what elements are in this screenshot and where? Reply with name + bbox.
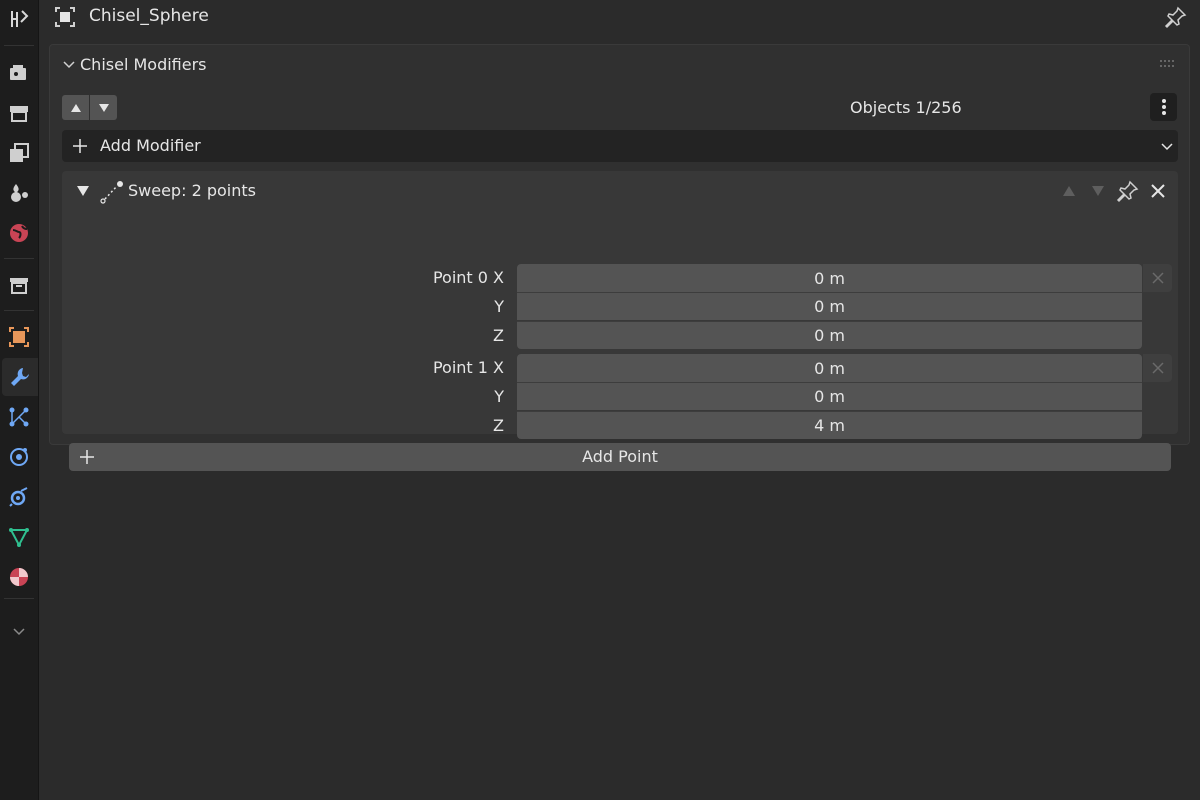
point-1-y-field[interactable]: 0 m xyxy=(517,382,1142,410)
triangle-down-icon xyxy=(98,103,109,112)
point-0-z-label: Z xyxy=(493,326,504,345)
point-0-y-label: Y xyxy=(494,297,504,316)
tab-object[interactable] xyxy=(0,318,38,356)
view-layer-icon xyxy=(10,143,29,162)
world-icon xyxy=(10,224,28,242)
point-1-z-field[interactable]: 4 m xyxy=(517,411,1142,439)
remove-point-0-button[interactable] xyxy=(1143,264,1172,292)
tab-modifiers[interactable] xyxy=(2,358,38,396)
sweep-curve-icon xyxy=(100,181,123,204)
tab-constraints[interactable] xyxy=(0,478,38,516)
tab-particles[interactable] xyxy=(0,398,38,436)
tab-output[interactable] xyxy=(0,94,38,132)
physics-icon xyxy=(10,448,28,466)
point-0-z-field[interactable]: 0 m xyxy=(517,321,1142,349)
close-icon[interactable] xyxy=(1148,181,1168,201)
add-point-button[interactable]: Add Point xyxy=(69,443,1171,471)
tab-physics[interactable] xyxy=(0,438,38,476)
tab-collection[interactable] xyxy=(0,266,38,304)
tab-expand[interactable] xyxy=(0,612,38,650)
tab-view-layer[interactable] xyxy=(0,134,38,172)
sweep-modifier: Sweep: 2 points Point 0 X 0 m Y 0 m Z 0 … xyxy=(62,171,1178,471)
plus-icon xyxy=(73,139,87,153)
tab-data[interactable] xyxy=(0,518,38,556)
output-icon xyxy=(10,106,28,122)
objects-count: Objects 1/256 xyxy=(850,98,962,117)
triangle-down-icon[interactable] xyxy=(1091,185,1105,197)
object-icon xyxy=(55,7,75,27)
data-mesh-icon xyxy=(9,528,29,548)
triangle-up-icon xyxy=(70,103,81,112)
point-0-x-label: Point 0 X xyxy=(432,268,504,287)
point-0-y-field[interactable]: 0 m xyxy=(517,292,1142,320)
point-1-y-label: Y xyxy=(494,387,504,406)
modifier-wrench-icon xyxy=(11,368,29,386)
more-vertical-icon xyxy=(1161,99,1166,115)
triangle-up-icon[interactable] xyxy=(1062,185,1076,197)
close-icon xyxy=(1151,272,1164,284)
tool-icon xyxy=(11,10,29,27)
constraints-icon xyxy=(9,487,28,507)
point-1-x-label: Point 1 X xyxy=(432,358,504,377)
tab-world[interactable] xyxy=(0,214,38,252)
add-point-label: Add Point xyxy=(582,447,658,466)
chevron-down-icon xyxy=(1161,143,1173,151)
remove-point-1-button[interactable] xyxy=(1143,354,1172,382)
tab-scene[interactable] xyxy=(0,174,38,212)
scene-icon xyxy=(11,184,28,202)
point-1-x-field[interactable]: 0 m xyxy=(517,354,1142,382)
chisel-modifiers-panel: Chisel Modifiers Objects 1/256 Add Modif… xyxy=(49,44,1190,471)
object-icon xyxy=(9,327,29,347)
more-options-button[interactable] xyxy=(1150,93,1177,121)
collection-icon xyxy=(10,278,28,294)
pin-icon[interactable] xyxy=(1164,5,1188,29)
modifier-title[interactable]: Sweep: 2 points xyxy=(128,181,256,200)
move-down-button[interactable] xyxy=(90,95,117,120)
tab-material[interactable] xyxy=(0,558,38,596)
particles-icon xyxy=(9,407,29,427)
add-modifier-dropdown[interactable]: Add Modifier xyxy=(62,130,1178,162)
render-icon xyxy=(10,65,26,80)
add-modifier-label: Add Modifier xyxy=(100,136,201,155)
panel-title[interactable]: Chisel Modifiers xyxy=(80,55,207,74)
pin-icon[interactable] xyxy=(1116,179,1140,203)
tab-tool[interactable] xyxy=(0,0,38,38)
properties-tab-strip xyxy=(0,0,39,800)
chevron-down-icon xyxy=(13,628,25,636)
expand-triangle-icon[interactable] xyxy=(76,185,90,197)
object-name: Chisel_Sphere xyxy=(89,6,209,26)
point-1-z-label: Z xyxy=(493,416,504,435)
drag-grip-icon[interactable] xyxy=(1159,59,1177,69)
move-up-button[interactable] xyxy=(62,95,89,120)
close-icon xyxy=(1151,362,1164,374)
point-0-x-field[interactable]: 0 m xyxy=(517,264,1142,292)
tab-render[interactable] xyxy=(0,54,38,92)
material-icon xyxy=(10,568,28,586)
chevron-down-icon[interactable] xyxy=(62,58,76,72)
properties-header: Chisel_Sphere xyxy=(38,0,1200,36)
